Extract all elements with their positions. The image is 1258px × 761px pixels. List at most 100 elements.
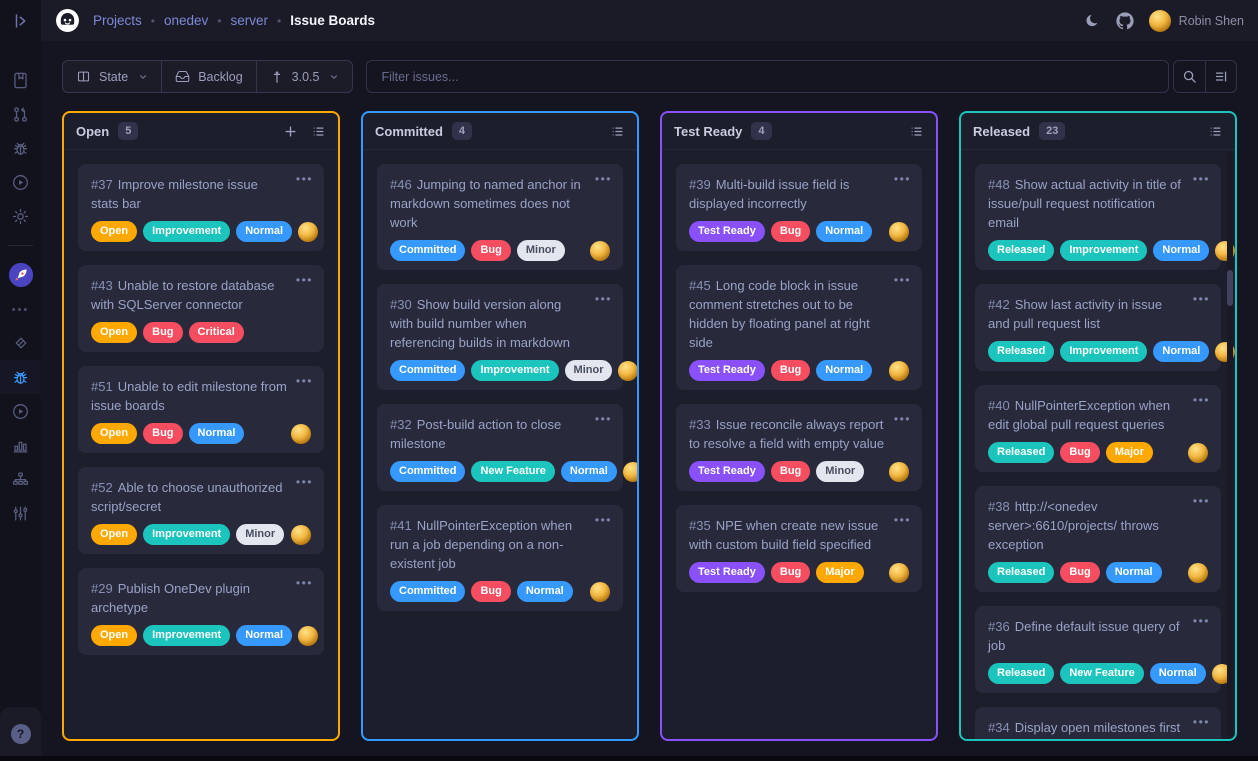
tag: Committed [390,461,465,482]
issue-card[interactable]: #51Unable to edit milestone from issue b… [78,366,324,453]
filter-issues-input[interactable] [366,60,1169,93]
issue-tags-row: Test ReadyBugNormal [689,221,909,242]
sidebar-item-commit[interactable] [0,326,41,360]
card-menu-button[interactable]: ••• [296,273,313,287]
issue-card[interactable]: #34Display open milestones first when ch… [975,707,1221,739]
sidebar-item-rocket-project-avatar[interactable] [0,258,41,292]
github-icon[interactable] [1116,12,1134,30]
column-title: Committed [375,124,443,139]
search-button[interactable] [1174,61,1205,92]
card-menu-button[interactable]: ••• [296,172,313,186]
sidebar-item-pull-request[interactable] [0,97,41,131]
card-menu-button[interactable]: ••• [1193,172,1210,186]
breadcrumb-item[interactable]: server [230,13,268,28]
help-icon[interactable]: ? [11,724,31,744]
sidebar-item-sliders[interactable] [0,496,41,530]
issue-number: #32 [390,417,412,432]
card-menu-button[interactable]: ••• [595,292,612,306]
sidebar-item-bar-chart[interactable] [0,428,41,462]
issue-card[interactable]: #43Unable to restore database with SQLSe… [78,265,324,352]
dark-mode-moon-icon[interactable] [1084,12,1101,29]
left-sidebar: ••• ? [0,0,41,761]
breadcrumb-item[interactable]: Projects [93,13,142,28]
column-list-menu-icon[interactable] [311,124,326,139]
sidebar-item-sitemap[interactable] [0,462,41,496]
sidebar-item-gear[interactable] [0,199,41,233]
card-menu-button[interactable]: ••• [296,475,313,489]
sidebar-expand-icon[interactable] [12,0,30,41]
card-menu-button[interactable]: ••• [1193,393,1210,407]
issue-card[interactable]: #42Show last activity in issue and pull … [975,284,1221,371]
issue-card[interactable]: #33Issue reconcile always report to reso… [676,404,922,491]
filter-button-group: State Backlog 3.0.5 [62,60,353,93]
issue-card[interactable]: #36Define default issue query of job •••… [975,606,1221,693]
issue-title: #33Issue reconcile always report to reso… [689,415,909,453]
milestone-icon [270,70,284,84]
column-title: Test Ready [674,124,742,139]
sidebar-item-play-circle[interactable] [0,394,41,428]
issue-card[interactable]: #32Post-build action to close milestone … [377,404,623,491]
issue-card[interactable]: #41NullPointerException when run a job d… [377,505,623,611]
issue-card[interactable]: #37Improve milestone issue stats bar •••… [78,164,324,251]
tag: Open [91,423,137,444]
sidebar-item-play-circle[interactable] [0,165,41,199]
column-header: Test Ready 4 [662,113,936,150]
issue-card[interactable]: #40NullPointerException when edit global… [975,385,1221,472]
tag: Open [91,322,137,343]
issue-number: #41 [390,518,412,533]
card-menu-button[interactable]: ••• [1193,292,1210,306]
backlog-button[interactable]: Backlog [161,61,255,92]
milestone-dropdown[interactable]: 3.0.5 [256,61,353,92]
card-menu-button[interactable]: ••• [595,172,612,186]
issue-card[interactable]: #45Long code block in issue comment stre… [676,265,922,390]
issue-number: #37 [91,177,113,192]
card-menu-button[interactable]: ••• [296,576,313,590]
card-menu-button[interactable]: ••• [894,273,911,287]
scrollbar-thumb[interactable] [1227,270,1233,306]
issue-card[interactable]: #48Show actual activity in title of issu… [975,164,1221,270]
issue-card[interactable]: #38http://<onedev server>:6610/projects/… [975,486,1221,592]
card-menu-button[interactable]: ••• [1193,494,1210,508]
column-body: #37Improve milestone issue stats bar •••… [64,150,338,739]
issue-number: #48 [988,177,1010,192]
issue-card[interactable]: #39Multi-build issue field is displayed … [676,164,922,251]
sidebar-item-overflow-ellipsis[interactable]: ••• [0,292,41,326]
onedev-logo-icon[interactable] [55,8,80,33]
column-list-menu-icon[interactable] [909,124,924,139]
issue-card[interactable]: #30Show build version along with build n… [377,284,623,390]
user-menu[interactable]: Robin Shen [1149,10,1244,32]
column-list-menu-icon[interactable] [610,124,625,139]
add-issue-icon[interactable] [283,124,298,139]
card-menu-button[interactable]: ••• [894,513,911,527]
backlog-button-label: Backlog [198,70,242,84]
card-menu-button[interactable]: ••• [894,412,911,426]
issue-tags-row: ReleasedImprovementNormal [988,341,1208,362]
sidebar-item-notebook[interactable] [0,63,41,97]
assignee-avatar [889,563,909,583]
issue-number: #38 [988,499,1010,514]
column-list-menu-icon[interactable] [1208,124,1223,139]
issue-number: #51 [91,379,113,394]
card-menu-button[interactable]: ••• [595,513,612,527]
card-menu-button[interactable]: ••• [1193,614,1210,628]
sidebar-item-bug[interactable] [0,360,41,394]
saved-queries-toggle[interactable] [1205,61,1236,92]
card-menu-button[interactable]: ••• [1193,715,1210,729]
sidebar-divider [8,245,33,246]
card-menu-button[interactable]: ••• [296,374,313,388]
breadcrumb-item[interactable]: onedev [164,13,208,28]
issue-tags-row: OpenImprovementNormal [91,221,311,242]
column-header: Open 5 [64,113,338,150]
tag: Major [1106,442,1153,463]
issue-card[interactable]: #46Jumping to named anchor in markdown s… [377,164,623,270]
card-menu-button[interactable]: ••• [894,172,911,186]
tag: Normal [236,625,292,646]
state-dropdown[interactable]: State [63,61,161,92]
column-scrollbar[interactable] [1227,152,1233,737]
issue-card[interactable]: #35NPE when create new issue with custom… [676,505,922,592]
tag: Committed [390,240,465,261]
issue-card[interactable]: #52Able to choose unauthorized script/se… [78,467,324,554]
sidebar-item-bug[interactable] [0,131,41,165]
card-menu-button[interactable]: ••• [595,412,612,426]
issue-card[interactable]: #29Publish OneDev plugin archetype ••• O… [78,568,324,655]
